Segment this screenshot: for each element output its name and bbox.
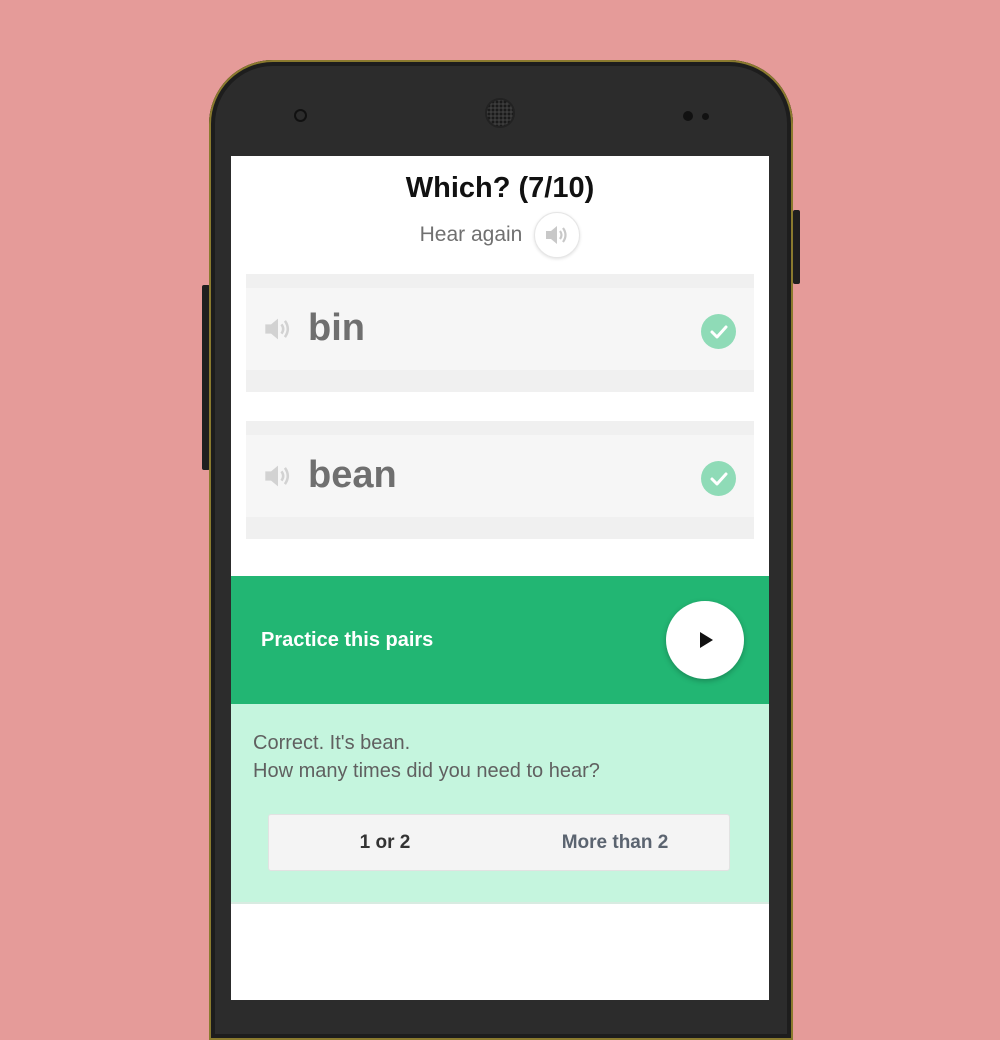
- check-icon: [701, 314, 736, 349]
- app-screen: Which? (7/10) Hear again bin bean Practi…: [231, 156, 769, 1000]
- play-button[interactable]: [666, 601, 744, 679]
- hear-again-row: Hear again: [231, 209, 769, 261]
- power-button: [793, 210, 800, 284]
- option-word: bean: [308, 454, 397, 496]
- proximity-sensor: [683, 111, 693, 121]
- option-word: bin: [308, 307, 365, 349]
- play-icon: [700, 632, 713, 648]
- choice-more-than-2-button[interactable]: More than 2: [501, 815, 729, 870]
- choice-1-or-2-button[interactable]: 1 or 2: [269, 815, 501, 870]
- practice-label: Practice this pairs: [261, 629, 434, 651]
- option-card-bean[interactable]: bean: [246, 421, 754, 539]
- check-icon: [701, 461, 736, 496]
- feedback-question: How many times did you need to hear?: [253, 760, 600, 782]
- feedback-result: Correct. It's bean.: [253, 732, 411, 754]
- speaker-icon[interactable]: [263, 463, 293, 489]
- hear-again-button[interactable]: [534, 212, 581, 258]
- option-card-bin[interactable]: bin: [246, 274, 754, 392]
- light-sensor: [702, 113, 709, 120]
- earpiece-speaker: [485, 98, 515, 128]
- answer-choices: 1 or 2 More than 2: [268, 814, 730, 871]
- hear-again-label: Hear again: [419, 223, 523, 246]
- front-camera: [294, 109, 307, 122]
- speaker-icon: [546, 226, 567, 244]
- speaker-icon[interactable]: [263, 316, 293, 342]
- practice-banner: Practice this pairs: [231, 576, 769, 704]
- quiz-title: Which? (7/10): [405, 172, 595, 204]
- feedback-panel: Correct. It's bean. How many times did y…: [231, 704, 769, 904]
